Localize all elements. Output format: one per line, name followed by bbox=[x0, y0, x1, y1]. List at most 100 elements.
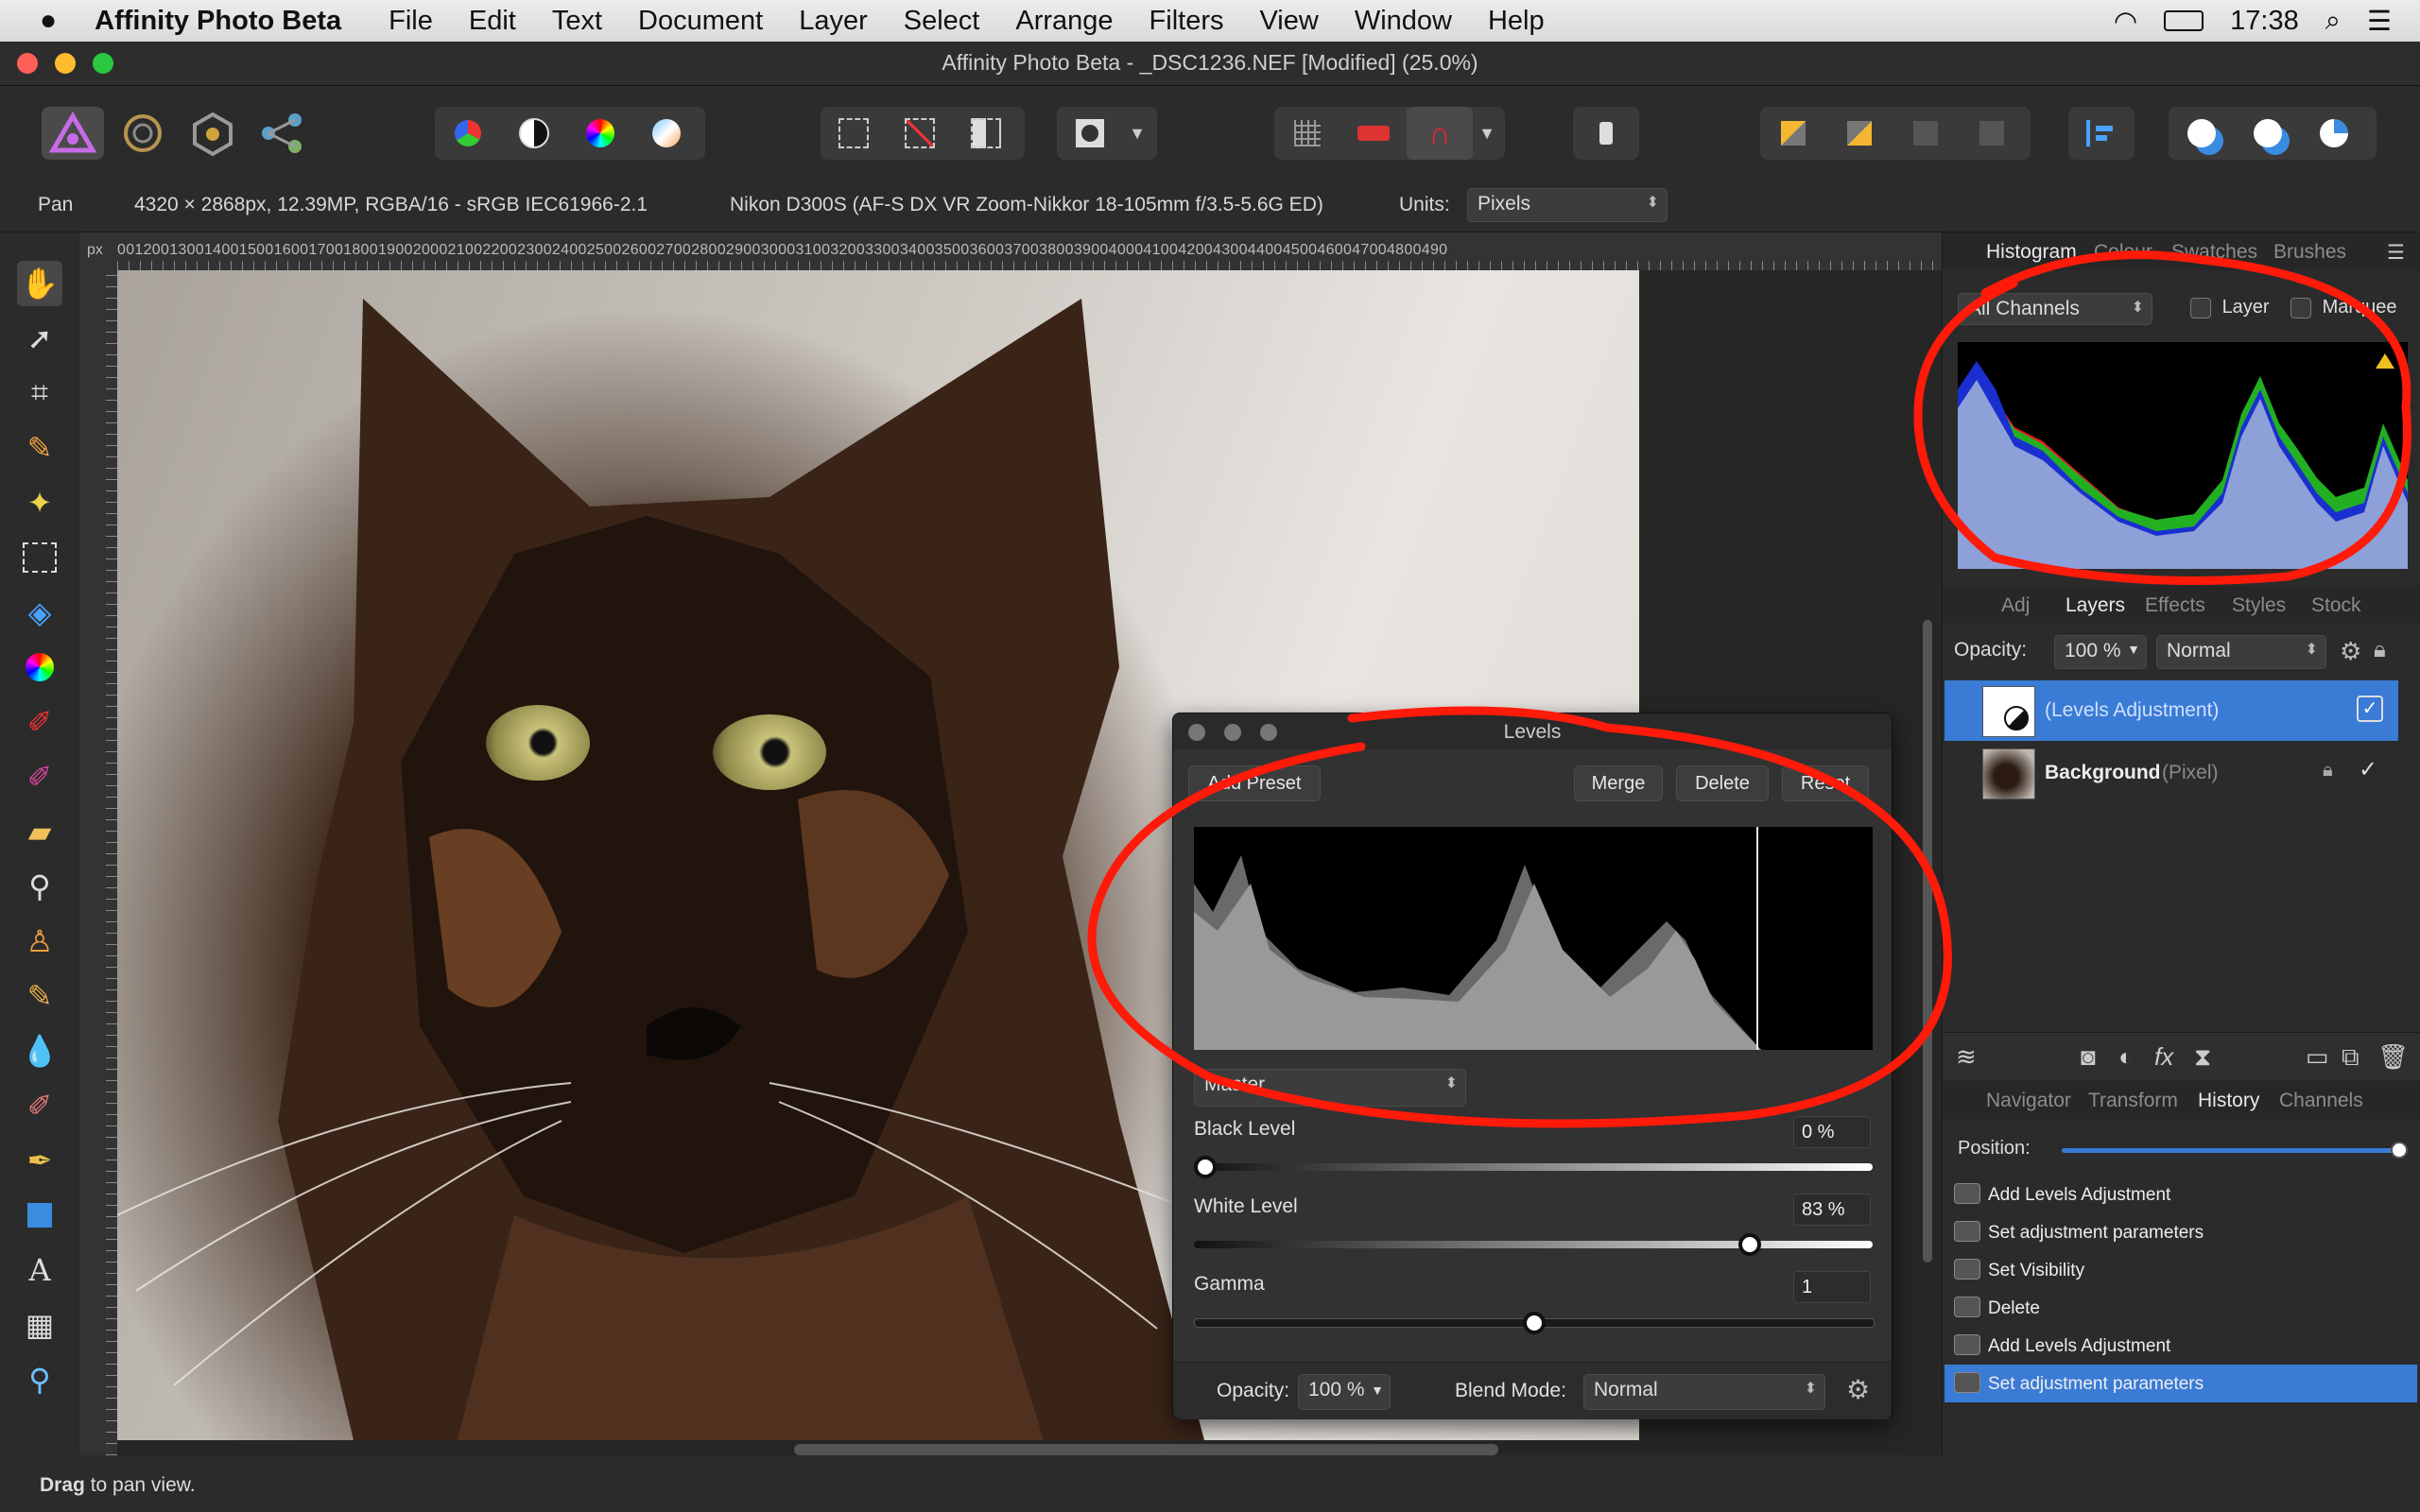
intersect-shape-button[interactable] bbox=[2301, 107, 2367, 160]
layer-row-levels[interactable]: (Levels Adjustment) ✓ bbox=[1945, 680, 2398, 741]
export-persona-button[interactable] bbox=[251, 107, 314, 160]
history-position-slider[interactable] bbox=[2062, 1142, 2408, 1159]
gamma-field[interactable]: 1 bbox=[1793, 1271, 1871, 1303]
zoom-tool-icon[interactable]: ⚲ bbox=[17, 1357, 62, 1402]
menu-filters[interactable]: Filters bbox=[1150, 6, 1224, 37]
reset-button[interactable]: Reset bbox=[1782, 765, 1869, 801]
align-button[interactable] bbox=[2068, 107, 2135, 160]
mode-button[interactable] bbox=[1573, 107, 1639, 160]
eraser-icon[interactable]: ▰ bbox=[17, 809, 62, 854]
tab-histogram[interactable]: Histogram bbox=[1986, 241, 2077, 264]
checkmark-icon[interactable]: ✓ bbox=[2359, 756, 2377, 783]
brush-icon[interactable]: ✎ bbox=[17, 425, 62, 471]
gear-icon[interactable]: ⚙ bbox=[1846, 1374, 1870, 1405]
move-to-back-button[interactable] bbox=[1760, 107, 1826, 160]
live-filter-icon[interactable]: ⧗ bbox=[2194, 1042, 2211, 1073]
list-icon[interactable]: ☰ bbox=[2367, 5, 2392, 38]
vertical-scrollbar[interactable] bbox=[1923, 620, 1932, 1263]
move-to-front-button[interactable] bbox=[1959, 107, 2025, 160]
adjustment-icon[interactable]: ◐ bbox=[2118, 1042, 2134, 1072]
tab-adjustments[interactable]: Adj bbox=[2001, 594, 2030, 617]
histogram-channel-select[interactable]: All Channels bbox=[1958, 293, 2152, 325]
battery-icon[interactable] bbox=[2164, 10, 2204, 31]
duplicate-icon[interactable]: ⧉ bbox=[2342, 1042, 2360, 1073]
fill-icon[interactable]: ◈ bbox=[17, 590, 62, 635]
marquee-icon[interactable] bbox=[17, 535, 62, 580]
folder-icon[interactable]: ▭ bbox=[2306, 1042, 2329, 1072]
menu-layer[interactable]: Layer bbox=[799, 6, 868, 37]
develop-persona-button[interactable] bbox=[182, 107, 244, 160]
tab-stock[interactable]: Stock bbox=[2311, 594, 2361, 617]
menu-file[interactable]: File bbox=[389, 6, 433, 37]
trash-icon[interactable]: 🗑︎ bbox=[2377, 1042, 2409, 1072]
tab-navigator[interactable]: Navigator bbox=[1986, 1090, 2071, 1112]
history-item[interactable]: Delete bbox=[1945, 1289, 2417, 1327]
inpainting-icon[interactable]: ✎ bbox=[17, 973, 62, 1019]
black-level-field[interactable]: 0 % bbox=[1793, 1116, 1871, 1148]
tab-colour[interactable]: Colour bbox=[2094, 241, 2152, 264]
hand-icon[interactable]: ✋ bbox=[17, 261, 62, 306]
history-item[interactable]: Set Visibility bbox=[1945, 1251, 2417, 1289]
add-shape-button[interactable] bbox=[2169, 107, 2235, 160]
menu-window[interactable]: Window bbox=[1355, 6, 1452, 37]
add-preset-button[interactable]: Add Preset bbox=[1188, 765, 1321, 801]
mask-icon[interactable]: ◙ bbox=[2081, 1042, 2096, 1072]
crop-icon[interactable]: ⌗ bbox=[17, 370, 62, 416]
quick-mask-button[interactable] bbox=[1057, 107, 1123, 160]
gamma-slider[interactable] bbox=[1194, 1312, 1875, 1334]
layer-opacity-field[interactable]: 100 % ▼ bbox=[2054, 635, 2147, 669]
black-level-knob[interactable] bbox=[1194, 1156, 1217, 1178]
deselect-button[interactable] bbox=[887, 107, 953, 160]
black-level-slider[interactable] bbox=[1194, 1156, 1873, 1178]
snapping-button[interactable]: ∩ bbox=[1407, 107, 1473, 160]
white-level-field[interactable]: 83 % bbox=[1793, 1194, 1871, 1226]
auto-levels-button[interactable] bbox=[435, 107, 501, 160]
white-level-knob[interactable] bbox=[1738, 1233, 1762, 1256]
move-icon[interactable]: ➚ bbox=[17, 316, 62, 361]
zoom-icon[interactable]: ⚲ bbox=[17, 864, 62, 909]
photo-persona-button[interactable] bbox=[42, 107, 104, 160]
history-item[interactable]: Set adjustment parameters bbox=[1945, 1213, 2417, 1251]
history-item[interactable]: Add Levels Adjustment bbox=[1945, 1327, 2417, 1365]
checkmark-icon[interactable]: ✓ bbox=[2357, 696, 2383, 722]
wand-icon[interactable]: ✦ bbox=[17, 480, 62, 525]
retouch-icon[interactable]: ✐ bbox=[17, 754, 62, 799]
layer-checkbox[interactable]: Layer bbox=[2190, 297, 2270, 318]
subtract-shape-button[interactable] bbox=[2235, 107, 2301, 160]
history-item[interactable]: Add Levels Adjustment bbox=[1945, 1176, 2417, 1213]
paint-icon[interactable]: ✐ bbox=[17, 699, 62, 745]
grid-button[interactable] bbox=[1274, 107, 1340, 160]
layer-name[interactable]: Background bbox=[2045, 762, 2161, 784]
search-icon[interactable]: ⌕ bbox=[2325, 6, 2341, 37]
tab-layers[interactable]: Layers bbox=[2066, 594, 2125, 617]
stamp-icon[interactable]: ♙ bbox=[17, 919, 62, 964]
assistant-button[interactable] bbox=[1340, 107, 1407, 160]
liquify-persona-button[interactable] bbox=[112, 107, 174, 160]
move-back-one-button[interactable] bbox=[1826, 107, 1893, 160]
auto-white-balance-button[interactable] bbox=[633, 107, 700, 160]
auto-colors-button[interactable] bbox=[567, 107, 633, 160]
layer-blend-select[interactable]: Normal bbox=[2156, 635, 2326, 669]
horizontal-scrollbar[interactable] bbox=[794, 1444, 1498, 1455]
layers-stack-icon[interactable]: ≋ bbox=[1956, 1042, 1977, 1072]
pen-icon[interactable]: ✒ bbox=[17, 1138, 62, 1183]
tab-transform[interactable]: Transform bbox=[2088, 1090, 2178, 1112]
move-forward-one-button[interactable] bbox=[1893, 107, 1959, 160]
menu-text[interactable]: Text bbox=[552, 6, 602, 37]
tab-swatches[interactable]: Swatches bbox=[2171, 241, 2257, 264]
history-item-selected[interactable]: Set adjustment parameters bbox=[1945, 1365, 2417, 1402]
levels-blend-select[interactable]: Normal bbox=[1583, 1374, 1825, 1410]
color-wheel-icon[interactable] bbox=[17, 644, 62, 690]
dodge-icon[interactable]: ✐ bbox=[17, 1083, 62, 1128]
fx-icon[interactable]: fx bbox=[2154, 1042, 2173, 1072]
white-level-slider[interactable] bbox=[1194, 1233, 1873, 1256]
menu-select[interactable]: Select bbox=[904, 6, 980, 37]
menu-arrange[interactable]: Arrange bbox=[1015, 6, 1113, 37]
history-position-knob[interactable] bbox=[2391, 1142, 2408, 1159]
lock-icon[interactable]: 🔒︎ bbox=[2323, 760, 2333, 782]
layer-row-background[interactable]: Background (Pixel) 🔒︎ ✓ bbox=[1945, 743, 2398, 803]
panel-menu-icon[interactable]: ☰ bbox=[2387, 241, 2405, 265]
merge-button[interactable]: Merge bbox=[1574, 765, 1663, 801]
menu-help[interactable]: Help bbox=[1488, 6, 1545, 37]
lock-icon[interactable]: 🔒︎ bbox=[2374, 637, 2386, 663]
